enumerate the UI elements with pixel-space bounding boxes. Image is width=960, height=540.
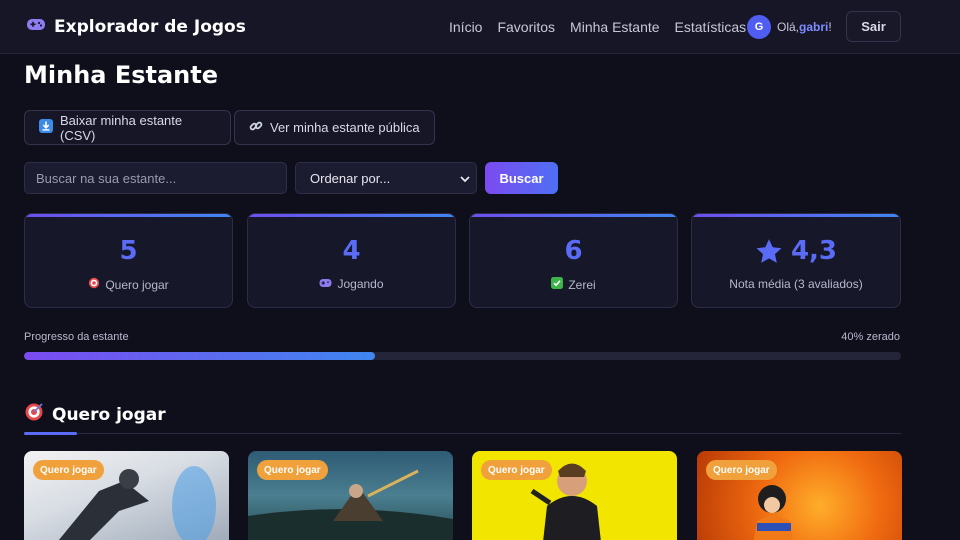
stat-label: Quero jogar <box>105 277 169 292</box>
section-title: Quero jogar <box>52 404 166 425</box>
progress-value: 40% zerado <box>841 331 900 343</box>
stat-card-jogando: 4 Jogando <box>247 213 456 308</box>
stat-value: 5 <box>119 236 138 266</box>
avatar[interactable]: G <box>747 15 771 39</box>
download-icon <box>39 119 53 136</box>
progress-bar <box>24 352 901 360</box>
gamepad-icon <box>319 277 332 291</box>
search-button[interactable]: Buscar <box>485 162 558 194</box>
stat-label: Nota média (3 avaliados) <box>729 277 863 291</box>
nav-item-inicio[interactable]: Início <box>449 19 482 35</box>
stat-card-nota-media: 4,3 Nota média (3 avaliados) <box>691 213 901 308</box>
sort-select[interactable]: Ordenar por... <box>295 162 477 194</box>
search-input[interactable] <box>24 162 287 194</box>
star-icon <box>755 238 783 265</box>
stat-value: 6 <box>564 236 583 266</box>
page-title: Minha Estante <box>24 61 219 89</box>
main-nav: Início Favoritos Minha Estante Estatísti… <box>449 19 746 35</box>
link-icon <box>249 119 263 136</box>
section-divider <box>24 433 901 434</box>
stat-value: 4 <box>342 236 361 266</box>
target-icon <box>88 277 100 292</box>
logout-button[interactable]: Sair <box>846 11 901 42</box>
status-badge: Quero jogar <box>33 460 104 480</box>
status-badge: Quero jogar <box>257 460 328 480</box>
download-csv-button[interactable]: Baixar minha estante (CSV) <box>24 110 231 145</box>
section-accent-line <box>24 432 77 435</box>
status-badge: Quero jogar <box>481 460 552 480</box>
chevron-down-icon <box>458 172 472 189</box>
game-card[interactable]: Quero jogar <box>248 451 453 540</box>
status-badge: Quero jogar <box>706 460 777 480</box>
game-card[interactable]: Quero jogar <box>472 451 677 540</box>
nav-item-estatisticas[interactable]: Estatísticas <box>675 19 747 35</box>
user-menu: G Olá,gabri! <box>747 15 832 39</box>
stat-value: 4,3 <box>790 236 838 266</box>
gamepad-icon <box>26 16 46 37</box>
section-header: Quero jogar <box>24 402 166 427</box>
app-title: Explorador de Jogos <box>54 16 246 37</box>
top-navbar: Explorador de Jogos Início Favoritos Min… <box>0 0 960 54</box>
stat-label: Zerei <box>568 277 596 292</box>
user-name: gabri <box>799 20 829 34</box>
nav-item-minha-estante[interactable]: Minha Estante <box>570 19 660 35</box>
brand[interactable]: Explorador de Jogos <box>26 16 246 37</box>
game-card[interactable]: Quero jogar <box>24 451 229 540</box>
public-shelf-button[interactable]: Ver minha estante pública <box>234 110 435 145</box>
check-icon <box>551 277 564 292</box>
user-greeting: Olá,gabri! <box>777 20 832 34</box>
progress-label: Progresso da estante <box>24 331 129 343</box>
game-card[interactable]: Quero jogar <box>697 451 902 540</box>
nav-item-favoritos[interactable]: Favoritos <box>497 19 555 35</box>
stat-label: Jogando <box>337 277 384 291</box>
stat-card-quero-jogar: 5 Quero jogar <box>24 213 233 308</box>
stat-card-zerei: 6 Zerei <box>469 213 678 308</box>
target-icon <box>24 402 44 427</box>
progress-fill <box>24 352 375 360</box>
